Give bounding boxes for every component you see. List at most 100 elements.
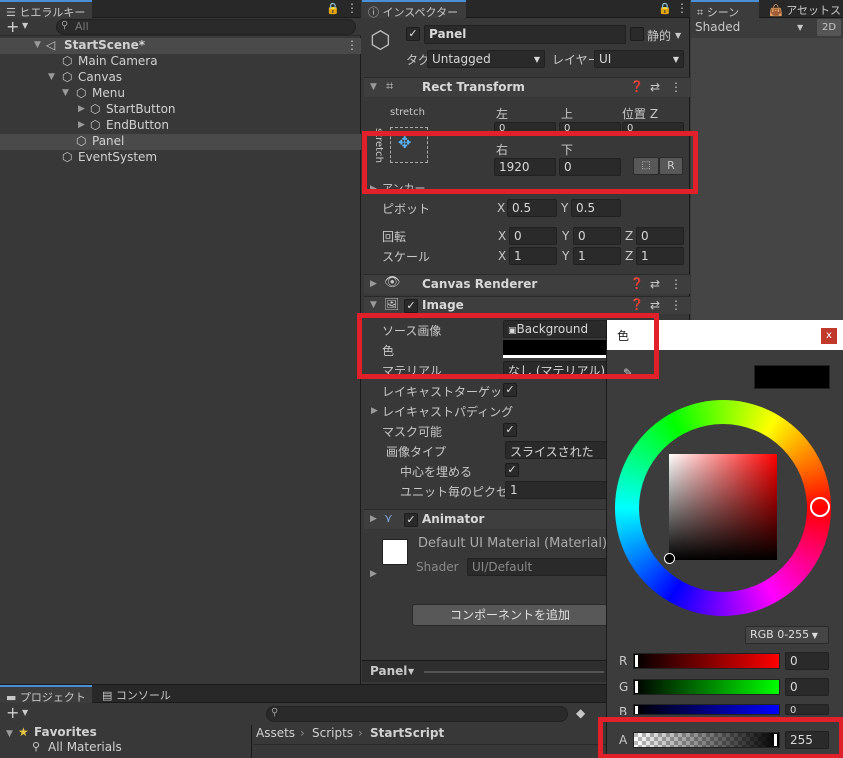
b-slider-handle[interactable] xyxy=(635,706,638,714)
tab-scene[interactable]: ⌗ シーン xyxy=(691,0,759,19)
expand-arrow-icon[interactable]: ▶ xyxy=(370,569,377,579)
expand-arrow-icon[interactable]: ▶ xyxy=(370,279,377,289)
pivot-y-input[interactable]: 0.5 xyxy=(571,199,621,217)
more-icon[interactable]: ⋮ xyxy=(670,80,682,94)
hierarchy-item[interactable]: ⬡ Main Camera xyxy=(0,54,361,70)
tab-asset-store[interactable]: 👜 アセットストア xyxy=(763,0,843,18)
lock-icon[interactable]: 🔒 xyxy=(326,2,340,15)
g-input[interactable]: 0 xyxy=(785,678,829,696)
object-name-input[interactable]: Panel xyxy=(424,25,626,44)
b-slider[interactable] xyxy=(633,704,780,715)
saturation-value-square[interactable] xyxy=(669,454,777,560)
breadcrumb-item[interactable]: Scripts xyxy=(312,726,353,740)
canvas-renderer-header[interactable]: ▶ 👁 Canvas Renderer ❓ ⇄ ⋮ xyxy=(364,274,690,294)
hierarchy-search-input[interactable]: ⚲ All xyxy=(56,19,356,35)
rotation-z-input[interactable]: 0 xyxy=(636,227,684,245)
close-button[interactable]: x xyxy=(821,328,837,344)
preset-icon[interactable]: ⇄ xyxy=(650,80,660,94)
shading-mode-dropdown[interactable]: Shaded xyxy=(695,20,740,34)
rotation-x-input[interactable]: 0 xyxy=(509,227,557,245)
rotation-y-input[interactable]: 0 xyxy=(573,227,621,245)
favorites-label[interactable]: Favorites xyxy=(34,725,97,739)
rect-transform-header[interactable]: ▼ ⌗ Rect Transform ❓ ⇄ ⋮ xyxy=(364,77,690,97)
expand-arrow-icon[interactable]: ▶ xyxy=(78,104,85,114)
chevron-down-icon[interactable]: ▼ xyxy=(675,31,681,40)
scene-panel: ⌗ シーン 👜 アセットストア Shaded ▼ 2D xyxy=(691,0,843,320)
collapse-arrow-icon[interactable]: ▼ xyxy=(370,300,377,310)
scene-menu-icon[interactable]: ⋮ xyxy=(346,38,358,52)
hierarchy-item[interactable]: ▼ ⬡ Canvas xyxy=(0,70,361,86)
hierarchy-item[interactable]: ▶ ⬡ StartButton xyxy=(0,102,361,118)
sv-handle[interactable] xyxy=(664,553,675,564)
collapse-arrow-icon[interactable]: ▼ xyxy=(6,729,13,739)
raycast-target-checkbox[interactable]: ✓ xyxy=(503,383,517,397)
tag-dropdown[interactable]: Untagged ▼ xyxy=(427,50,545,68)
expand-arrow-icon[interactable]: ▶ xyxy=(78,120,85,130)
expand-arrow-icon[interactable]: ▼ xyxy=(62,88,69,98)
more-icon[interactable]: ⋮ xyxy=(346,1,358,15)
b-input[interactable]: 0 xyxy=(785,704,829,715)
active-checkbox[interactable]: ✓ xyxy=(406,27,420,41)
tab-project[interactable]: ▬ プロジェクト xyxy=(0,685,92,704)
tab-inspector[interactable]: ⓘ インスペクター xyxy=(362,0,466,19)
shader-dropdown[interactable]: UI/Default xyxy=(467,558,607,576)
pixels-per-unit-input[interactable]: 1 xyxy=(505,481,607,499)
preview-object-label[interactable]: Panel xyxy=(370,664,407,678)
project-search-input[interactable]: ⚲ xyxy=(266,706,568,722)
hierarchy-item[interactable]: ▶ ⬡ EndButton xyxy=(0,118,361,134)
g-slider[interactable] xyxy=(633,679,780,695)
chevron-down-icon[interactable]: ▼ xyxy=(22,21,28,30)
static-checkbox[interactable] xyxy=(630,27,644,41)
g-slider-handle[interactable] xyxy=(635,681,638,693)
preset-icon[interactable]: ⇄ xyxy=(650,298,660,312)
mode-2d-button[interactable]: 2D xyxy=(817,19,841,36)
fill-center-checkbox[interactable]: ✓ xyxy=(505,463,519,477)
breadcrumb-item-current[interactable]: StartScript xyxy=(370,726,444,740)
pivot-x-input[interactable]: 0.5 xyxy=(507,199,557,217)
color-mode-dropdown[interactable]: RGB 0-255 ▼ xyxy=(745,626,829,644)
more-icon[interactable]: ⋮ xyxy=(670,277,682,291)
hue-handle[interactable] xyxy=(810,497,830,517)
r-input[interactable]: 0 xyxy=(785,652,829,670)
breadcrumb-item[interactable]: Assets xyxy=(256,726,295,740)
scene-row[interactable]: ▼ ◁ StartScene* ⋮ xyxy=(0,38,361,54)
hierarchy-item[interactable]: ⬡ EventSystem xyxy=(0,150,361,166)
filter-icon[interactable]: ◆ xyxy=(576,706,585,720)
layer-dropdown[interactable]: UI ▼ xyxy=(594,50,684,68)
scale-y-input[interactable]: 1 xyxy=(573,247,621,265)
image-enabled-checkbox[interactable]: ✓ xyxy=(404,299,418,313)
r-slider-handle[interactable] xyxy=(635,655,638,667)
expand-arrow-icon[interactable]: ▼ xyxy=(48,72,55,82)
expand-arrow-icon[interactable]: ▶ xyxy=(370,514,377,524)
expand-arrow-icon[interactable]: ▼ xyxy=(34,40,41,50)
preview-splitter[interactable] xyxy=(424,671,604,673)
tab-hierarchy[interactable]: ☰ ヒエラルキー xyxy=(0,0,92,19)
hierarchy-item[interactable]: ▼ ⬡ Menu xyxy=(0,86,361,102)
add-icon[interactable]: + xyxy=(6,17,19,36)
hierarchy-item-selected[interactable]: ⬡ Panel xyxy=(0,134,361,150)
tab-console[interactable]: ▤ コンソール xyxy=(96,685,176,703)
animator-enabled-checkbox[interactable]: ✓ xyxy=(404,513,418,527)
lock-icon[interactable]: 🔒 xyxy=(658,2,672,15)
help-icon[interactable]: ❓ xyxy=(630,80,644,93)
more-icon[interactable]: ⋮ xyxy=(670,298,682,312)
chevron-down-icon[interactable]: ▼ xyxy=(408,667,414,676)
chevron-down-icon[interactable]: ▼ xyxy=(22,708,28,717)
image-type-dropdown[interactable]: スライスされた xyxy=(505,441,607,459)
image-header[interactable]: ▼ 🖼 ✓ Image ❓ ⇄ ⋮ xyxy=(364,296,690,314)
help-icon[interactable]: ❓ xyxy=(630,298,644,311)
preset-icon[interactable]: ⇄ xyxy=(650,277,660,291)
chevron-down-icon[interactable]: ▼ xyxy=(797,23,803,32)
material-name: Default UI Material (Material) xyxy=(418,536,608,551)
maskable-checkbox[interactable]: ✓ xyxy=(503,423,517,437)
add-icon[interactable]: + xyxy=(6,703,19,722)
all-materials-item[interactable]: All Materials xyxy=(48,740,122,754)
scale-x-input[interactable]: 1 xyxy=(509,247,557,265)
collapse-arrow-icon[interactable]: ▼ xyxy=(370,82,377,92)
scale-z-input[interactable]: 1 xyxy=(636,247,684,265)
add-component-button[interactable]: コンポーネントを追加 xyxy=(412,604,608,626)
more-icon[interactable]: ⋮ xyxy=(676,1,688,15)
expand-arrow-icon[interactable]: ▶ xyxy=(371,406,378,416)
help-icon[interactable]: ❓ xyxy=(630,277,644,290)
r-slider[interactable] xyxy=(633,653,780,669)
